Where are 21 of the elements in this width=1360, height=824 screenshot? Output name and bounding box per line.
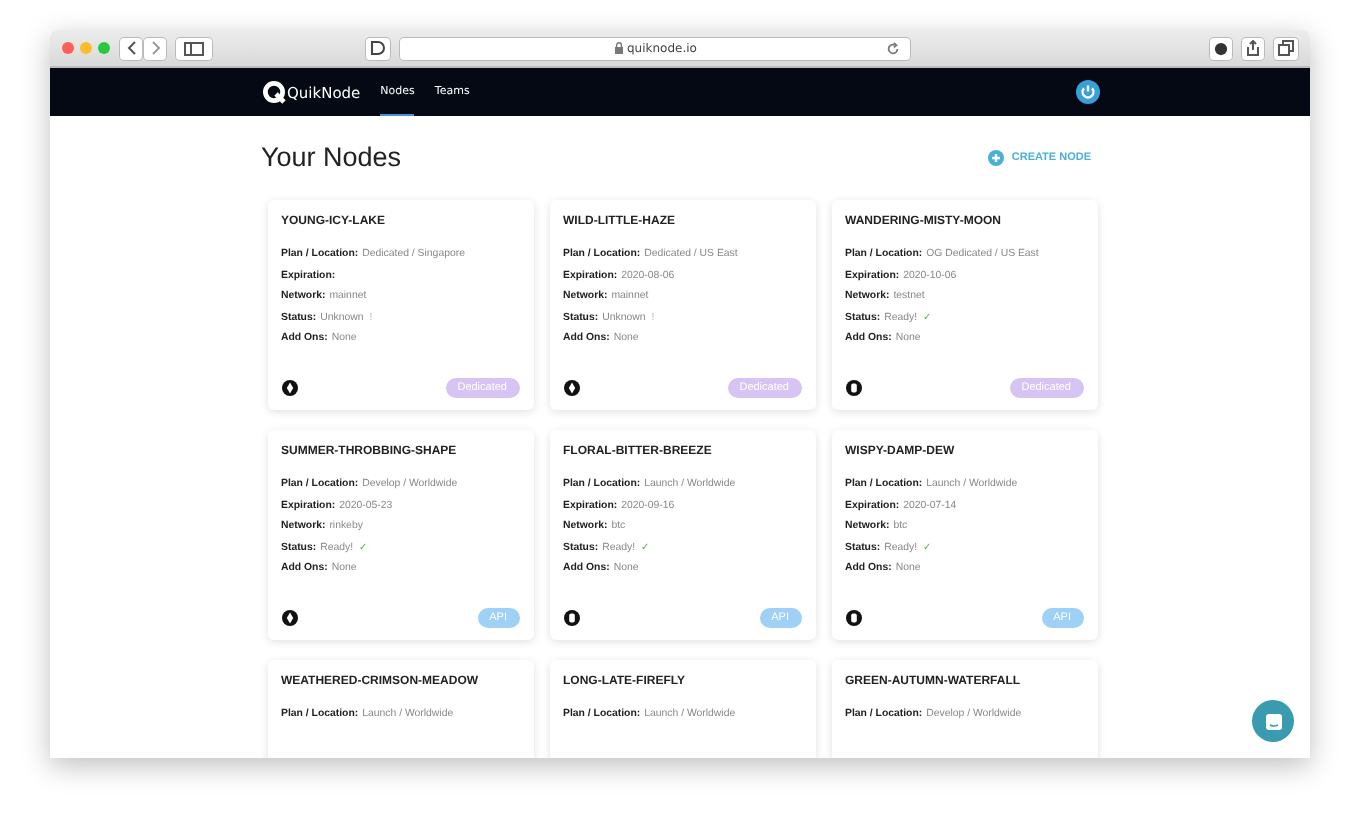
back-button[interactable] (120, 37, 142, 59)
sidebar-icon (184, 41, 204, 55)
sidebar-button[interactable] (176, 37, 212, 59)
power-icon[interactable] (1075, 80, 1099, 104)
share-button[interactable] (1242, 37, 1264, 59)
tabs-button[interactable] (1274, 37, 1298, 59)
plus-icon (987, 149, 1004, 165)
chat-button[interactable] (1252, 700, 1294, 742)
chat-icon (1263, 711, 1283, 731)
page-title: Your Nodes (261, 142, 402, 172)
reload-icon[interactable] (886, 41, 900, 55)
reader-icon (370, 40, 386, 56)
chevron-left-icon (125, 40, 137, 56)
circle-icon (1214, 41, 1228, 55)
extension-button[interactable] (1210, 37, 1232, 59)
reader-button[interactable] (366, 37, 390, 59)
share-icon (1246, 40, 1260, 56)
tabs-icon (1278, 40, 1294, 56)
lock-icon (613, 42, 623, 54)
logo-icon (261, 80, 285, 104)
chevron-right-icon (149, 40, 161, 56)
